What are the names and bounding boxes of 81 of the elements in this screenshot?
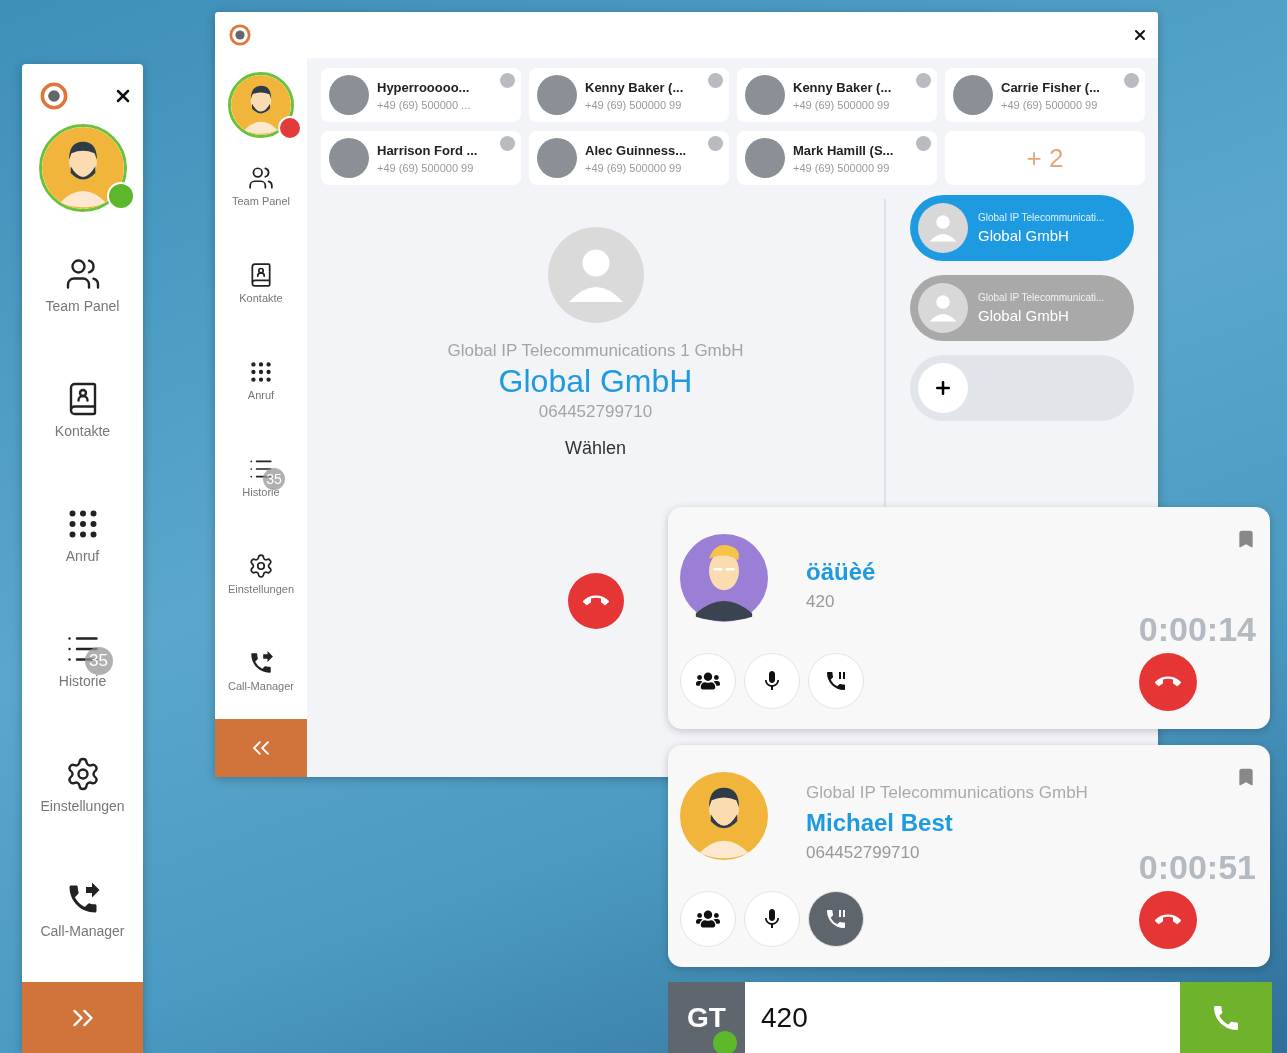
contact-tile[interactable]: Harrison Ford ... +49 (69) 500000 99 <box>321 131 521 185</box>
photo-placeholder <box>537 75 577 115</box>
contact-name: Kenny Baker (... <box>793 79 892 95</box>
nav-item[interactable]: Anruf <box>22 505 143 564</box>
count-badge: 35 <box>84 646 113 675</box>
contact-number: +49 (69) 500000 99 <box>793 98 891 111</box>
contact-tile[interactable]: Alec Guinness... +49 (69) 500000 99 <box>529 131 729 185</box>
contact-name: Mark Hamill (S... <box>793 142 894 158</box>
microphone-button[interactable] <box>744 653 800 709</box>
call-timer: 0:00:14 <box>1138 610 1256 649</box>
conference-button[interactable] <box>680 891 736 947</box>
phone-pause-icon <box>824 907 848 931</box>
call-button[interactable] <box>1180 982 1272 1053</box>
bookmark-icon[interactable] <box>1236 767 1256 787</box>
contact-name: Global GmbH <box>498 363 693 400</box>
nav-item[interactable]: Team Panel <box>215 165 307 208</box>
contact-number: +49 (69) 500000 99 <box>377 161 475 174</box>
nav-item[interactable]: Einstellungen <box>22 755 143 814</box>
hang-up-button[interactable] <box>1138 891 1197 949</box>
photo-placeholder <box>329 75 369 115</box>
contact-name: Hyperrooooo... <box>377 79 471 95</box>
conference-button[interactable] <box>680 653 736 709</box>
settings-icon <box>248 552 274 579</box>
nav-item[interactable]: Team Panel <box>22 255 143 314</box>
nav-item[interactable]: Historie 35 <box>22 630 143 689</box>
nav-item[interactable]: Kontakte <box>215 262 307 305</box>
user-avatar <box>231 75 291 135</box>
phone-number: 064452799710 <box>806 843 921 863</box>
bookmark-icon[interactable] <box>1236 529 1256 549</box>
photo-placeholder <box>329 138 369 178</box>
contact-number: +49 (69) 500000 99 <box>585 98 683 111</box>
phone-number: 064452799710 <box>538 402 653 422</box>
nav-item[interactable]: Call-Manager <box>215 649 307 692</box>
add-call-button[interactable] <box>918 363 968 413</box>
company-name: Global IP Telecommunications 1 GmbH <box>447 341 744 361</box>
contact-name: Carrie Fisher (... <box>1001 79 1100 95</box>
photo-placeholder <box>745 75 785 115</box>
contact-name: Global GmbH <box>978 307 1070 324</box>
app-logo <box>229 24 251 46</box>
caller-name: öäüèé <box>806 558 877 586</box>
contact-name: Global GmbH <box>978 227 1070 244</box>
dial-input-field[interactable]: 420 <box>745 982 1180 1053</box>
plus-icon <box>933 378 953 398</box>
contact-name: Harrison Ford ... <box>377 142 478 158</box>
contact-name: Kenny Baker (... <box>585 79 684 95</box>
nav-item[interactable]: Anruf <box>215 359 307 402</box>
nav-item[interactable]: Call-Manager <box>22 880 143 939</box>
count-badge: 35 <box>263 467 285 490</box>
company-name: Global IP Telecommunicati... <box>978 212 1105 223</box>
photo-placeholder <box>745 138 785 178</box>
contact-number: +49 (69) 500000 99 <box>1001 98 1099 111</box>
call-timer: 0:00:51 <box>1138 848 1256 887</box>
team-icon <box>248 165 274 192</box>
phone-number: 420 <box>806 592 836 612</box>
nav-item[interactable]: Einstellungen <box>215 552 307 595</box>
contact-number: +49 (69) 500000 99 <box>793 161 891 174</box>
photo-placeholder <box>953 75 993 115</box>
company-name: Global IP Telecommunicati... <box>978 292 1105 303</box>
caller-name: Michael Best <box>806 809 954 837</box>
hold-button[interactable] <box>808 653 864 709</box>
photo-placeholder <box>537 138 577 178</box>
app-logo <box>40 82 68 110</box>
microphone-button[interactable] <box>744 891 800 947</box>
close-icon[interactable] <box>1132 27 1148 43</box>
hang-up-button[interactable] <box>1138 653 1197 711</box>
contact-tile[interactable]: Kenny Baker (... +49 (69) 500000 99 <box>737 68 937 122</box>
dial-status: Wählen <box>565 438 626 459</box>
contact-tile[interactable]: Kenny Baker (... +49 (69) 500000 99 <box>529 68 729 122</box>
contact-tile[interactable]: Hyperrooooo... +49 (69) 500000 ... <box>321 68 521 122</box>
contact-name: Alec Guinness... <box>585 142 687 158</box>
contact-number: +49 (69) 500000 99 <box>585 161 683 174</box>
company-name: Global IP Telecommunications GmbH <box>806 783 1089 803</box>
phone-pause-icon <box>824 669 848 693</box>
nav-item[interactable]: Historie 35 <box>215 455 307 498</box>
contact-book-icon <box>248 262 274 289</box>
call-item[interactable]: Global IP Telecommunicati... Global GmbH <box>910 195 1134 261</box>
nav-item[interactable]: Kontakte <box>22 380 143 439</box>
contact-tile[interactable]: Carrie Fisher (... +49 (69) 500000 99 <box>945 68 1145 122</box>
contact-number: +49 (69) 500000 ... <box>377 98 471 111</box>
user-initials: GT <box>668 982 745 1053</box>
contact-tile[interactable]: Mark Hamill (S... +49 (69) 500000 99 <box>737 131 937 185</box>
